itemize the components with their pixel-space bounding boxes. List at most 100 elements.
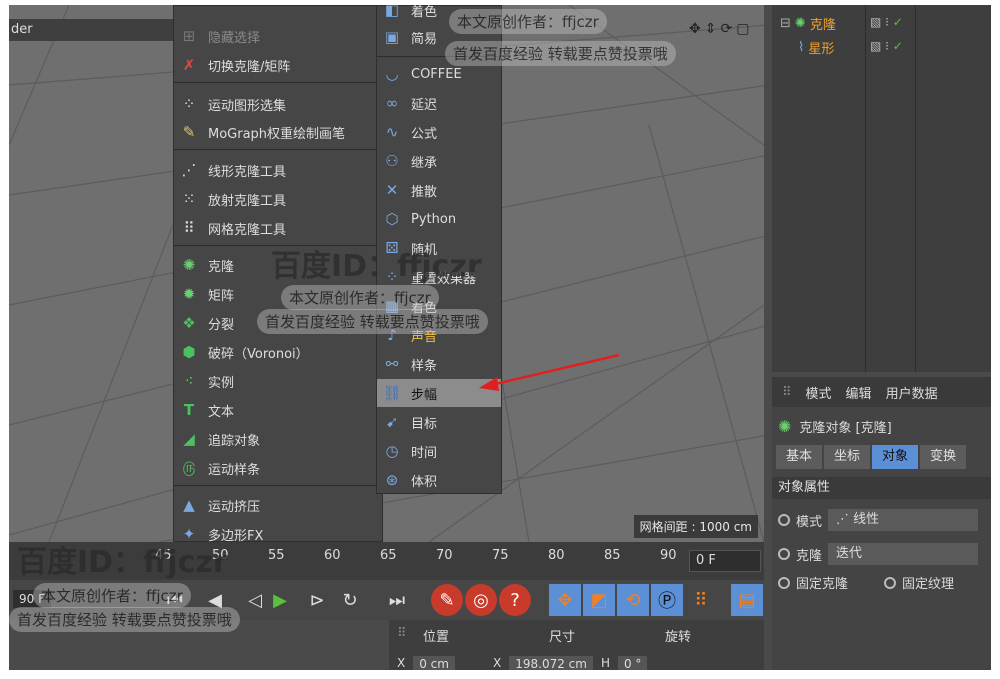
subtab-object[interactable]: 对象 — [872, 445, 919, 469]
mode-property: 模式 ⋰ 线性 — [778, 509, 979, 531]
tab-user-data[interactable]: 用户数据 — [886, 383, 938, 402]
subtab-coord[interactable]: 坐标 — [824, 445, 871, 469]
menu-item-inheritance-effector[interactable]: ⚇ 继承 — [377, 147, 501, 175]
scale-view-icon[interactable]: ⇕ — [705, 21, 717, 37]
menu-item-matrix[interactable]: ✹ 矩阵 — [174, 280, 234, 308]
section-header: 对象属性 — [772, 477, 991, 499]
watermark-brand: 百度ID：ffjczr — [271, 249, 482, 284]
tick-label: 75 — [492, 548, 509, 563]
column-divider — [865, 5, 866, 372]
menu-item-formula-effector[interactable]: ∿ 公式 — [377, 118, 501, 146]
matrix-icon: ✹ — [182, 285, 196, 303]
menu-separator — [174, 82, 382, 83]
radial-clone-tool-icon: ⁙ — [182, 190, 196, 208]
menu-item-motion-spline[interactable]: ௫ 运动样条 — [174, 454, 260, 482]
subtab-transform[interactable]: 变换 — [920, 445, 967, 469]
scale-key-icon[interactable]: ◩ — [583, 584, 615, 616]
toggle-view-icon[interactable]: ▢ — [736, 21, 749, 37]
tab-mode[interactable]: 模式 — [806, 383, 832, 402]
menu-separator — [174, 485, 382, 486]
current-frame-field[interactable]: 0 F — [689, 550, 761, 572]
clone-property: 克隆 迭代 — [778, 543, 979, 565]
param-key-icon[interactable]: Ⓟ — [651, 584, 683, 616]
fixed-clone-radio[interactable] — [778, 576, 790, 589]
visibility-toggle[interactable]: ▧ ⁝ ✓ — [870, 39, 903, 53]
clone-radio[interactable] — [778, 548, 790, 560]
tick-label: 80 — [548, 548, 565, 563]
fixed-clone-property: 固定克隆 固定纹理 — [778, 573, 954, 592]
menu-item-push-apart-effector[interactable]: ✕ 推散 — [377, 176, 501, 204]
x-position-field[interactable]: 0 cm — [413, 656, 455, 670]
delay-effector-icon: ∞ — [385, 94, 399, 112]
grip-icon: ⠿ — [782, 384, 792, 400]
menu-item-cloner[interactable]: ✺ 克隆 — [174, 251, 234, 279]
tick-label: 90 — [660, 548, 677, 563]
menu-item-volume-effector[interactable]: ⊛ 体积 — [377, 466, 501, 494]
subtab-basic[interactable]: 基本 — [776, 445, 823, 469]
menu-item-target-effector[interactable]: ➹ 目标 — [377, 408, 501, 436]
keyframe-help-icon[interactable]: ? — [499, 584, 531, 616]
menu-item-weight-paint-brush[interactable]: ✎ MoGraph权重绘制画笔 — [174, 118, 345, 146]
menu-item-tracer[interactable]: ◢ 追踪对象 — [174, 425, 260, 453]
tree-expand-icon[interactable]: ⊟ — [780, 16, 791, 31]
menu-item-instance[interactable]: ⁖ 实例 — [174, 367, 234, 395]
fracture-icon: ❖ — [182, 314, 196, 332]
attribute-title: ✺ 克隆对象 [克隆] — [778, 417, 892, 436]
menu-item-delay-effector[interactable]: ∞ 延迟 — [377, 89, 501, 117]
object-row-star[interactable]: ⌇ 星形 — [798, 37, 834, 57]
mode-select[interactable]: ⋰ 线性 — [828, 509, 979, 531]
menu-item-text[interactable]: T 文本 — [174, 396, 234, 424]
menu-item-radial-clone-tool[interactable]: ⁙ 放射克隆工具 — [174, 185, 286, 213]
watermark-brand: 百度ID：ffjczr — [17, 545, 228, 580]
fixed-texture-radio[interactable] — [884, 576, 897, 589]
python-effector-icon: ⬡ — [385, 210, 399, 228]
step-effector-icon: ⛓ — [382, 384, 402, 402]
loop-icon[interactable]: ↻ — [334, 584, 366, 616]
menu-item-mograph-selection[interactable]: ⁘ 运动图形选集 — [174, 90, 286, 118]
pla-key-icon[interactable]: ⠿ — [685, 584, 717, 616]
visibility-toggle[interactable]: ▧ ⁝ ✓ — [870, 15, 903, 29]
film-icon[interactable]: ▤ — [731, 584, 763, 616]
go-end-icon[interactable]: ⏭ — [381, 584, 413, 616]
grip-icon: ⠿ — [397, 626, 407, 641]
mode-radio[interactable] — [778, 514, 790, 526]
menu-item-grid-clone-tool[interactable]: ⠿ 网格克隆工具 — [174, 214, 287, 242]
move-key-icon[interactable]: ✥ — [549, 584, 581, 616]
rotate-key-icon[interactable]: ⟲ — [617, 584, 649, 616]
watermark-line2: 首发百度经验 转载要点赞投票哦 — [257, 309, 488, 334]
tick-label: 55 — [268, 548, 285, 563]
tab-edit[interactable]: 编辑 — [846, 383, 872, 402]
x-size-field[interactable]: 198.072 cm — [509, 656, 593, 670]
menu-item-time-effector[interactable]: ◷ 时间 — [377, 437, 501, 465]
text-icon: T — [183, 401, 195, 419]
menu-item-linear-clone-tool[interactable]: ⋰ 线形克隆工具 — [174, 156, 287, 184]
viewport-nav-icons[interactable]: ✥ ⇕ ⟳ ▢ — [689, 21, 749, 37]
menu-separator — [174, 149, 382, 150]
rotate-view-icon[interactable]: ⟳ — [720, 21, 732, 37]
cloner-icon: ✺ — [794, 15, 806, 31]
plain-effector-icon: ▣ — [384, 28, 400, 46]
column-divider — [915, 5, 916, 372]
rotation-header: 旋转 — [665, 630, 692, 645]
coffee-effector-icon: ◡ — [385, 65, 399, 83]
menu-item-fracture[interactable]: ❖ 分裂 — [174, 309, 234, 337]
menu-item-hide-selection[interactable]: ⊞ 隐藏选择 — [174, 22, 260, 50]
cinema4d-window: der ✥ ⇕ ⟳ ▢ 网格间距 : 1000 cm ⊞ 隐藏选择 ✗ 切换克隆… — [9, 5, 991, 670]
menu-item-toggle-clone-matrix[interactable]: ✗ 切换克隆/矩阵 — [174, 51, 291, 79]
play-icon[interactable]: ▶ — [264, 584, 296, 616]
move-view-icon[interactable]: ✥ — [689, 21, 701, 37]
menu-item-voronoi-fracture[interactable]: ⬢ 破碎（Voronoi） — [174, 338, 308, 366]
h-label: H — [600, 656, 610, 670]
clone-select[interactable]: 迭代 — [828, 543, 979, 565]
next-frame-icon[interactable]: ⊳ — [301, 584, 333, 616]
menu-item-python-effector[interactable]: ⬡ Python — [377, 205, 501, 233]
tick-label: 60 — [324, 548, 341, 563]
autokey-icon[interactable]: ◎ — [465, 584, 497, 616]
cloner-icon: ✺ — [182, 256, 196, 274]
object-row-cloner[interactable]: ⊟ ✺ 克隆 — [780, 13, 836, 33]
menu-item-motion-extrude[interactable]: ▲ 运动挤压 — [174, 491, 260, 519]
h-rotation-field[interactable]: 0 ° — [617, 656, 648, 670]
target-effector-icon: ➹ — [385, 413, 399, 431]
record-key-icon[interactable]: ✎ — [431, 584, 463, 616]
instance-icon: ⁖ — [184, 372, 194, 390]
